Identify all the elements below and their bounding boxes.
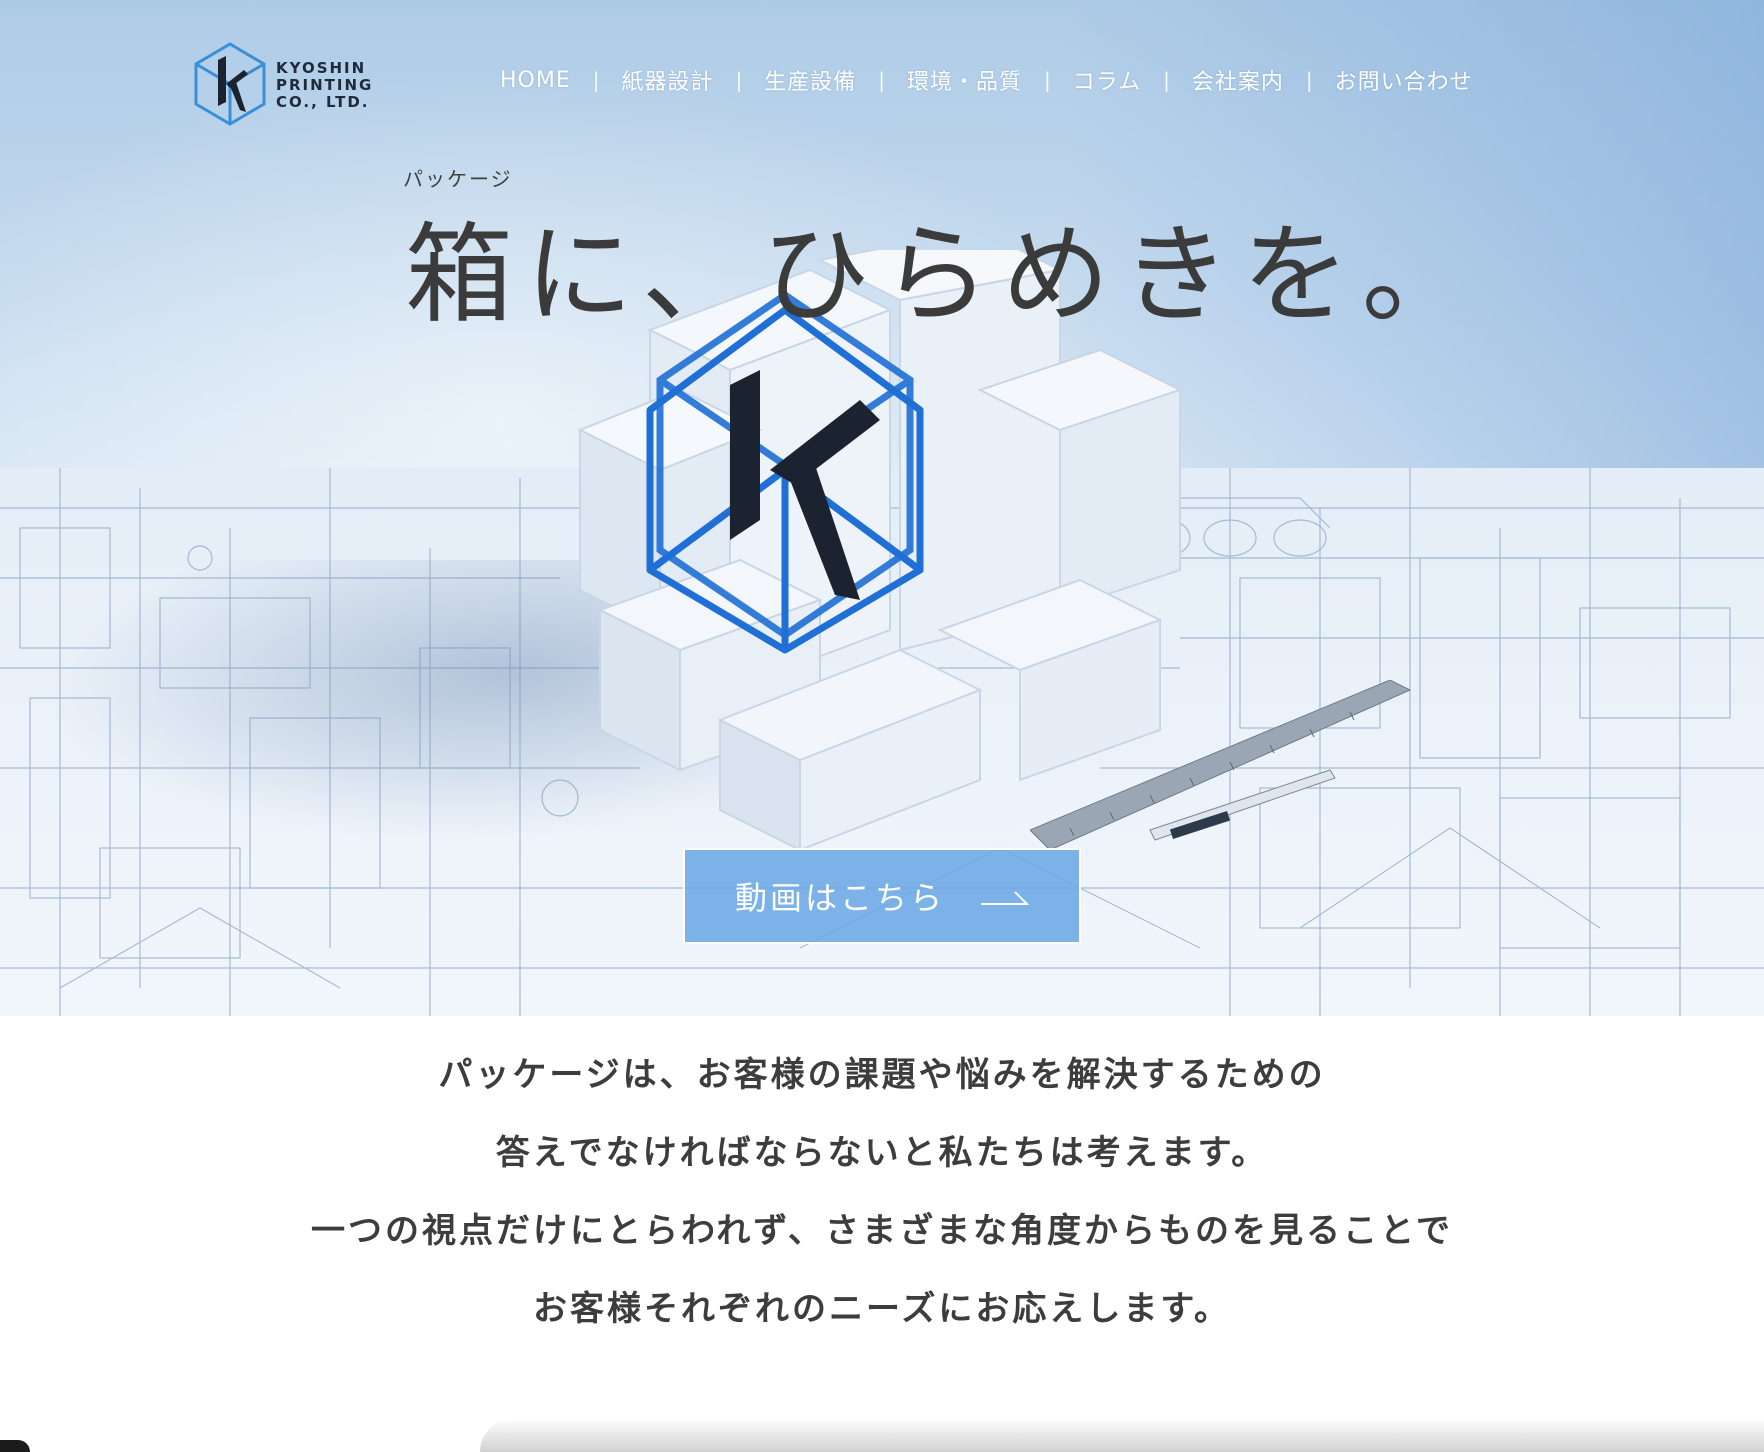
company-name-line2: PRINTING <box>276 75 374 94</box>
nav-company[interactable]: 会社案内 <box>1192 64 1284 96</box>
hero-headline: 箱に、ひらめきを。 <box>405 213 1482 338</box>
nav-separator: | <box>878 68 886 92</box>
intro-message: パッケージは、お客様の課題や悩みを解決するための 答えでなければならないと私たち… <box>0 1036 1764 1348</box>
nav-separator: | <box>1305 68 1313 92</box>
nav-separator: | <box>1044 68 1051 92</box>
nav-carton-design[interactable]: 紙器設計 <box>622 64 714 96</box>
company-logo[interactable]: KYOSHIN PRINTING CO., LTD. <box>190 40 390 130</box>
next-section-edge <box>480 1418 1764 1452</box>
company-name: KYOSHIN PRINTING CO., LTD. <box>276 58 374 111</box>
nav-environment-quality[interactable]: 環境・品質 <box>907 64 1022 96</box>
nav-column[interactable]: コラム <box>1073 64 1141 96</box>
kyoshin-logo-icon <box>194 42 266 126</box>
nav-home[interactable]: HOME <box>500 68 571 93</box>
nav-production-equipment[interactable]: 生産設備 <box>764 64 856 96</box>
nav-separator: | <box>1163 68 1170 92</box>
window-corner <box>0 1440 30 1452</box>
company-name-line3: CO., LTD. <box>276 92 370 111</box>
nav-separator: | <box>592 68 600 92</box>
global-nav: HOME | 紙器設計 | 生産設備 | 環境・品質 | コラム | 会社案内 … <box>500 62 1473 98</box>
ruler-and-pen-image <box>1030 680 1412 851</box>
intro-line: 一つの視点だけにとらわれず、さまざまな角度からものを見ることで <box>311 1211 1453 1251</box>
nav-contact[interactable]: お問い合わせ <box>1335 64 1473 96</box>
company-name-line1: KYOSHIN <box>276 58 367 77</box>
nav-separator: | <box>735 68 743 92</box>
intro-line: 答えでなければならないと私たちは考えます。 <box>495 1133 1269 1173</box>
arrow-right-icon <box>981 891 1029 905</box>
intro-line: パッケージは、お客様の課題や悩みを解決するための <box>438 1055 1326 1095</box>
intro-line: お客様それぞれのニーズにお応えします。 <box>533 1289 1231 1329</box>
watch-video-button[interactable]: 動画はこちら <box>683 848 1081 944</box>
watch-video-label: 動画はこちら <box>734 879 945 917</box>
